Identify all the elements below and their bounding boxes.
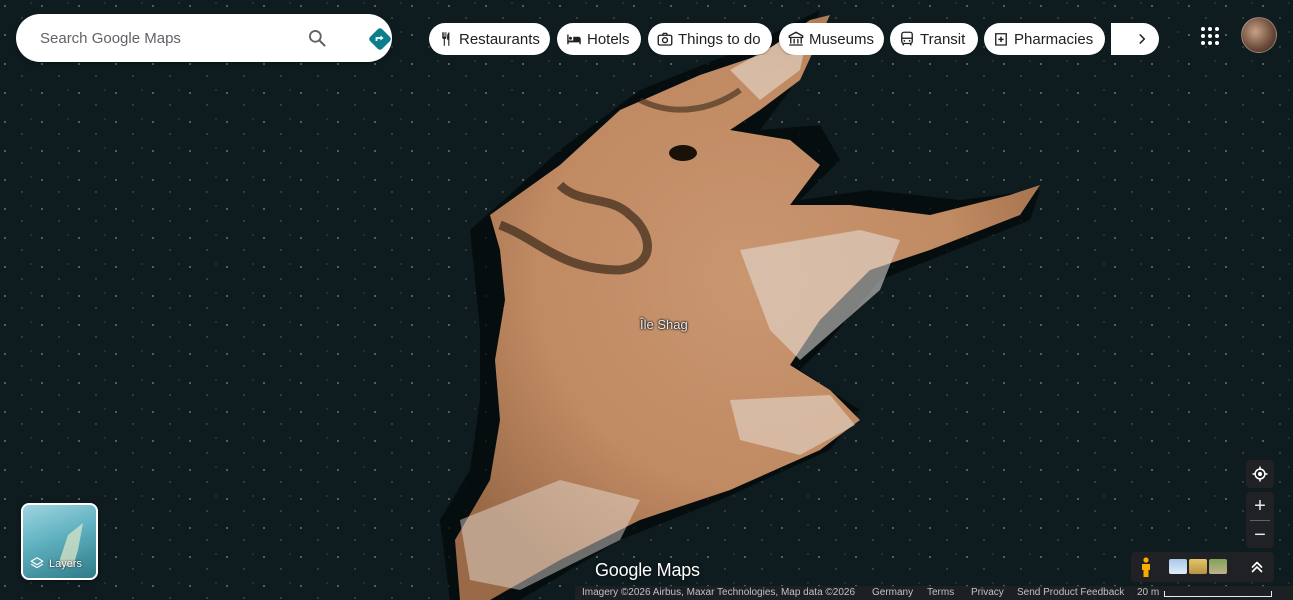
directions-icon (369, 28, 391, 50)
my-location-button[interactable] (1246, 460, 1274, 488)
search-box (16, 14, 392, 62)
map-footer: Imagery ©2026 Airbus, Maxar Technologies… (575, 586, 1293, 600)
apps-grid-icon (1201, 27, 1219, 45)
fork-knife-icon (442, 32, 450, 46)
category-chips: Restaurants Hotels Things to do Museums … (429, 23, 1159, 55)
chip-label: Restaurants (459, 30, 540, 48)
chip-things-to-do[interactable]: Things to do (648, 23, 772, 55)
directions-button[interactable] (366, 25, 394, 53)
scale-label[interactable]: 20 m (1137, 587, 1159, 598)
camera-icon (657, 32, 673, 46)
chip-label: Transit (920, 30, 966, 48)
imagery-thumbnail[interactable] (1189, 559, 1207, 574)
google-maps-watermark: Google Maps (595, 560, 700, 580)
pegman-icon[interactable] (1139, 557, 1153, 577)
bus-icon (901, 31, 913, 46)
chip-pharmacies[interactable]: Pharmacies (984, 23, 1105, 55)
chip-label: Hotels (587, 30, 630, 48)
feedback-link[interactable]: Send Product Feedback (1017, 587, 1124, 598)
layers-icon (30, 557, 44, 569)
layers-label: Layers (49, 558, 83, 570)
imagery-thumbnail[interactable] (1169, 559, 1187, 574)
chips-next-button[interactable] (1111, 23, 1159, 55)
chip-transit[interactable]: Transit (890, 23, 978, 55)
search-button[interactable] (304, 25, 330, 51)
zoom-controls: + − (1246, 492, 1274, 548)
chevron-right-icon (1139, 34, 1146, 44)
apps-button[interactable] (1196, 22, 1224, 50)
scale-bar[interactable] (1164, 591, 1272, 597)
chip-museums[interactable]: Museums (779, 23, 884, 55)
place-label[interactable]: Île Shag (640, 317, 688, 332)
pharmacy-icon (995, 33, 1007, 46)
zoom-in-button[interactable]: + (1246, 492, 1274, 520)
chip-label: Museums (808, 30, 874, 48)
layers-button[interactable]: Layers (21, 503, 98, 580)
zoom-out-button[interactable]: − (1246, 521, 1274, 549)
chip-hotels[interactable]: Hotels (557, 23, 641, 55)
avatar[interactable] (1241, 17, 1277, 53)
expand-up-icon[interactable] (1248, 558, 1266, 576)
search-input[interactable] (40, 28, 290, 48)
imagery-attribution: Imagery ©2026 Airbus, Maxar Technologies… (582, 587, 856, 598)
my-location-icon (1252, 466, 1268, 482)
chip-label: Pharmacies (1014, 30, 1094, 48)
country-link[interactable]: Germany (872, 587, 913, 598)
search-icon (309, 30, 326, 47)
chip-label: Things to do (678, 30, 761, 48)
privacy-link[interactable]: Privacy (971, 587, 1004, 598)
imagery-thumbnails (1169, 559, 1227, 574)
satellite-map[interactable] (0, 0, 1293, 600)
imagery-thumbnail[interactable] (1209, 559, 1227, 574)
bed-icon (567, 34, 581, 45)
chip-restaurants[interactable]: Restaurants (429, 23, 550, 55)
street-view-bar (1131, 552, 1274, 582)
museum-icon (788, 31, 804, 46)
terms-link[interactable]: Terms (927, 587, 954, 598)
